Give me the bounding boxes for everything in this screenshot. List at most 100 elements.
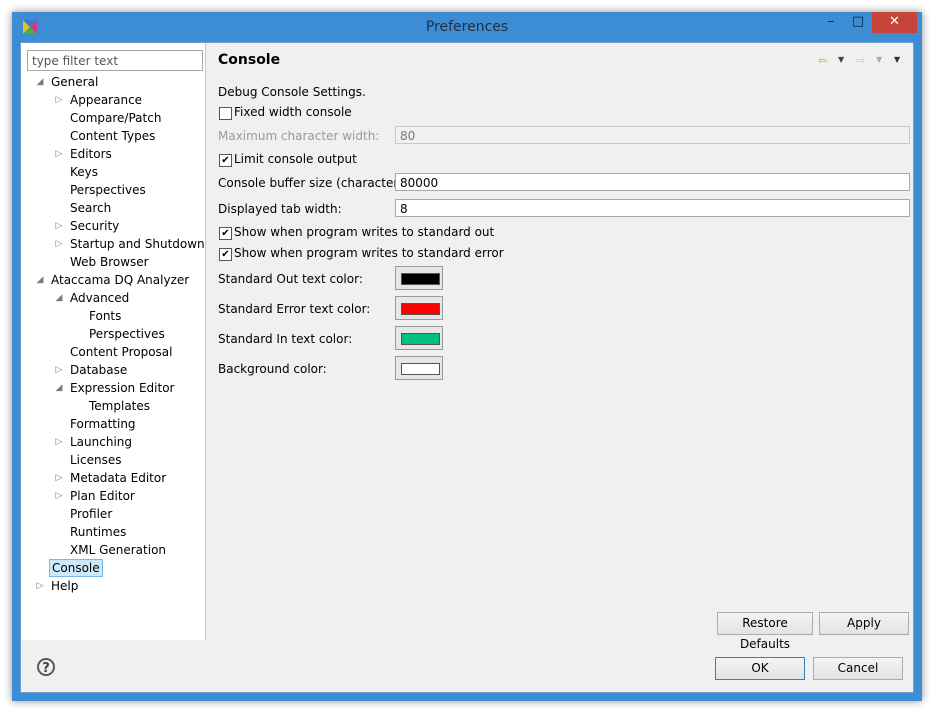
tree-item-label: Perspectives bbox=[89, 327, 165, 341]
tree-item[interactable]: ▷ Plan Editor bbox=[21, 487, 205, 505]
tree-item-label: Help bbox=[51, 579, 79, 593]
maximize-button[interactable]: □ bbox=[845, 12, 871, 33]
expanded-arrow-icon[interactable]: ◢ bbox=[35, 73, 45, 91]
tree-item[interactable]: Content Types bbox=[21, 127, 205, 145]
show-stderr-checkbox[interactable]: ✔ bbox=[219, 248, 232, 261]
stdin-color-swatch bbox=[401, 333, 440, 345]
tree-item[interactable]: Content Proposal bbox=[21, 343, 205, 361]
stdin-color-button[interactable] bbox=[395, 326, 443, 350]
tree-item[interactable]: Console bbox=[21, 559, 205, 577]
show-stdout-label: Show when program writes to standard out bbox=[234, 225, 495, 239]
tree-item[interactable]: Search bbox=[21, 199, 205, 217]
expanded-arrow-icon[interactable]: ◢ bbox=[54, 289, 64, 307]
tree-item[interactable]: ◢ Ataccama DQ Analyzer bbox=[21, 271, 205, 289]
collapsed-arrow-icon[interactable]: ▷ bbox=[54, 217, 64, 235]
stdout-color-swatch bbox=[401, 273, 440, 285]
preference-tree-pane: ◢ General ▷ Appearance Compare/Patch Content … bbox=[21, 43, 206, 640]
back-dropdown-icon[interactable]: ▼ bbox=[838, 55, 844, 64]
tree-item[interactable]: ◢ Advanced bbox=[21, 289, 205, 307]
page-title: Console bbox=[218, 52, 281, 68]
buffer-size-field[interactable]: 80000 bbox=[395, 173, 910, 191]
tree-item-label: Perspectives bbox=[70, 183, 146, 197]
stderr-color-button[interactable] bbox=[395, 296, 443, 320]
show-stdout-checkbox[interactable]: ✔ bbox=[219, 227, 232, 240]
tree-item[interactable]: ▷ Launching bbox=[21, 433, 205, 451]
tree-item[interactable]: Web Browser bbox=[21, 253, 205, 271]
collapsed-arrow-icon[interactable]: ▷ bbox=[54, 145, 64, 163]
tree-item-label: Startup and Shutdown bbox=[70, 237, 205, 251]
tree-item[interactable]: Profiler bbox=[21, 505, 205, 523]
tree-item[interactable]: ▷ Metadata Editor bbox=[21, 469, 205, 487]
tree-item[interactable]: Compare/Patch bbox=[21, 109, 205, 127]
background-color-button[interactable] bbox=[395, 356, 443, 380]
collapsed-arrow-icon[interactable]: ▷ bbox=[54, 487, 64, 505]
tree-item[interactable]: Fonts bbox=[21, 307, 205, 325]
background-color-swatch bbox=[401, 363, 440, 375]
tree-item[interactable]: ▷ Startup and Shutdown bbox=[21, 235, 205, 253]
tree-item[interactable]: ◢ General bbox=[21, 73, 205, 91]
stderr-color-label: Standard Error text color: bbox=[218, 302, 371, 316]
tree-item[interactable]: Keys bbox=[21, 163, 205, 181]
collapsed-arrow-icon[interactable]: ▷ bbox=[35, 577, 45, 595]
collapsed-arrow-icon[interactable]: ▷ bbox=[54, 91, 64, 109]
restore-defaults-button[interactable]: Restore Defaults bbox=[717, 612, 813, 651]
tab-width-field[interactable]: 8 bbox=[395, 199, 910, 217]
tree-item-label: Database bbox=[70, 363, 128, 377]
ok-button[interactable]: OK bbox=[715, 657, 805, 680]
tree-item-label: Content Types bbox=[70, 129, 156, 143]
tree-item-label: Compare/Patch bbox=[70, 111, 162, 125]
forward-arrow-icon: ⇨ bbox=[856, 54, 866, 67]
buffer-size-label: Console buffer size (characters): bbox=[218, 176, 414, 190]
preference-page: Console ⇦ ▼ ⇨ ▼ ▼ Debug Console Settings… bbox=[206, 43, 913, 651]
tree-item[interactable]: Templates bbox=[21, 397, 205, 415]
tree-item[interactable]: Licenses bbox=[21, 451, 205, 469]
minimize-button[interactable]: – bbox=[818, 12, 844, 33]
tree-item-label: General bbox=[51, 75, 99, 89]
tree-item[interactable]: ▷ Database bbox=[21, 361, 205, 379]
preferences-window: Preferences – □ ✕ ◢ General ▷ Appearance Com… bbox=[12, 12, 922, 701]
stdout-color-button[interactable] bbox=[395, 266, 443, 290]
tree-item[interactable]: Perspectives bbox=[21, 325, 205, 343]
tree-item[interactable]: ▷ Editors bbox=[21, 145, 205, 163]
expanded-arrow-icon[interactable]: ◢ bbox=[54, 379, 64, 397]
background-color-label: Background color: bbox=[218, 362, 327, 376]
forward-dropdown-icon: ▼ bbox=[876, 55, 883, 64]
collapsed-arrow-icon[interactable]: ▷ bbox=[54, 235, 64, 253]
title-bar[interactable]: Preferences – □ ✕ bbox=[12, 12, 922, 42]
back-arrow-icon[interactable]: ⇦ bbox=[818, 54, 827, 67]
tree-item-label: Console bbox=[49, 559, 103, 577]
collapsed-arrow-icon[interactable]: ▷ bbox=[54, 361, 64, 379]
tree-item[interactable]: Perspectives bbox=[21, 181, 205, 199]
cancel-button[interactable]: Cancel bbox=[813, 657, 903, 680]
collapsed-arrow-icon[interactable]: ▷ bbox=[54, 469, 64, 487]
tree-item-label: XML Generation bbox=[70, 543, 167, 557]
tree-item-label: Plan Editor bbox=[70, 489, 135, 503]
fixed-width-checkbox[interactable] bbox=[219, 107, 232, 120]
tree-item[interactable]: Runtimes bbox=[21, 523, 205, 541]
close-button[interactable]: ✕ bbox=[872, 12, 917, 33]
tree-item[interactable]: ▷ Security bbox=[21, 217, 205, 235]
help-icon[interactable]: ? bbox=[37, 658, 55, 676]
tree-item-label: Ataccama DQ Analyzer bbox=[51, 273, 190, 287]
limit-output-checkbox[interactable]: ✔ bbox=[219, 154, 232, 167]
tab-width-label: Displayed tab width: bbox=[218, 202, 342, 216]
tree-item[interactable]: ▷ Appearance bbox=[21, 91, 205, 109]
tree-item-label: Advanced bbox=[70, 291, 130, 305]
tree-item[interactable]: Formatting bbox=[21, 415, 205, 433]
stdin-color-label: Standard In text color: bbox=[218, 332, 353, 346]
tree-item-label: Profiler bbox=[70, 507, 113, 521]
tree-item-label: Runtimes bbox=[70, 525, 127, 539]
tree-item-label: Appearance bbox=[70, 93, 143, 107]
tree-item[interactable]: ◢ Expression Editor bbox=[21, 379, 205, 397]
expanded-arrow-icon[interactable]: ◢ bbox=[35, 271, 45, 289]
max-char-width-field: 80 bbox=[395, 126, 910, 144]
view-menu-icon[interactable]: ▼ bbox=[894, 55, 900, 64]
tree-item[interactable]: ▷ Help bbox=[21, 577, 205, 595]
show-stderr-label: Show when program writes to standard err… bbox=[234, 246, 504, 260]
tree-item[interactable]: XML Generation bbox=[21, 541, 205, 559]
stderr-color-swatch bbox=[401, 303, 440, 315]
collapsed-arrow-icon[interactable]: ▷ bbox=[54, 433, 64, 451]
apply-button[interactable]: Apply bbox=[819, 612, 909, 635]
tree-item-label: Templates bbox=[89, 399, 151, 413]
filter-input[interactable] bbox=[27, 50, 203, 71]
